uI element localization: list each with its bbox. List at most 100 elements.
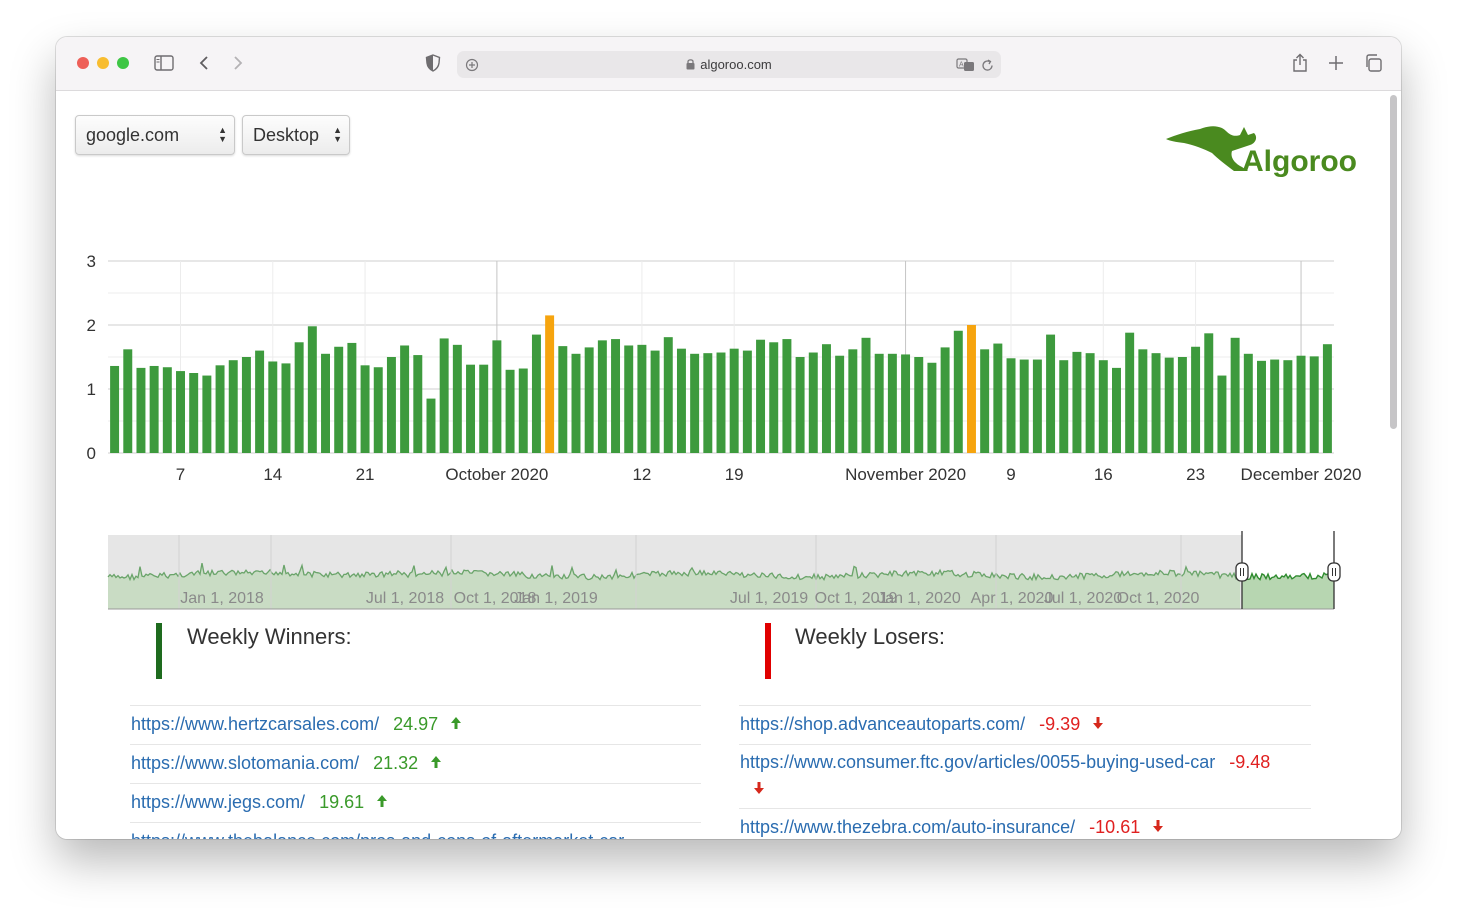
chart-bar[interactable] [637, 344, 647, 453]
chart-bar[interactable] [1112, 367, 1121, 453]
chart-bar[interactable] [426, 398, 436, 453]
chart-bar[interactable] [966, 325, 976, 453]
chart-navigator[interactable]: Jan 1, 2018 Jul 1, 2018 Oct 1, 2018Jan 1, … [56, 531, 1401, 621]
chart-bar[interactable] [848, 349, 858, 453]
chart-bar[interactable] [347, 342, 357, 453]
chart-bar[interactable] [1072, 351, 1082, 453]
site-link[interactable]: https://www.hertzcarsales.com/ [131, 714, 379, 734]
sidebar-icon[interactable] [153, 51, 175, 75]
site-link[interactable]: https://www.thezebra.com/auto-insurance/ [740, 817, 1075, 837]
chart-bar[interactable] [228, 360, 238, 453]
close-button[interactable] [77, 57, 89, 69]
site-link[interactable]: https://www.slotomania.com/ [131, 753, 359, 773]
chart-bar[interactable] [1322, 344, 1332, 453]
navigator-right-handle[interactable] [1327, 562, 1341, 582]
chart-bar[interactable] [558, 346, 568, 453]
chart-bar[interactable] [835, 355, 845, 453]
chart-bar[interactable] [571, 353, 581, 453]
chart-bar[interactable] [1046, 334, 1056, 453]
chart-bar[interactable] [215, 365, 225, 453]
chart-bar[interactable] [479, 364, 489, 453]
tabs-overview-icon[interactable] [1362, 51, 1384, 75]
chart-bar[interactable] [821, 344, 831, 453]
chart-bar[interactable] [769, 342, 779, 453]
chart-bar[interactable] [466, 364, 476, 453]
chart-bar[interactable] [176, 371, 185, 453]
site-link[interactable]: https://www.consumer.ftc.gov/articles/00… [740, 752, 1215, 772]
chart-bar[interactable] [1270, 359, 1280, 453]
chart-bar[interactable] [676, 348, 686, 453]
chart-bar[interactable] [202, 375, 212, 453]
chart-bar[interactable] [439, 338, 449, 453]
chart-bar[interactable] [782, 339, 792, 453]
site-link[interactable]: https://www.thebalance.com/pros-and-cons… [131, 831, 624, 839]
chart-bar[interactable] [795, 357, 805, 453]
chart-bar[interactable] [861, 337, 871, 453]
chart-bar[interactable] [1006, 358, 1016, 453]
chart-bar[interactable] [268, 361, 278, 453]
chart-bar[interactable] [1243, 353, 1253, 453]
device-select[interactable]: Desktop ▲ ▼ [242, 115, 350, 155]
chart-bar[interactable] [953, 330, 963, 453]
chart-bar[interactable] [703, 353, 713, 453]
chart-bar[interactable] [927, 362, 937, 453]
chart-bar[interactable] [531, 334, 541, 453]
chart-bar[interactable] [136, 367, 146, 453]
chart-bar[interactable] [887, 353, 897, 453]
shield-icon[interactable] [424, 51, 442, 75]
reload-icon[interactable] [978, 53, 996, 77]
chart-bar[interactable] [1085, 353, 1095, 453]
new-tab-icon[interactable] [1326, 51, 1346, 75]
chart-bar[interactable] [742, 350, 752, 453]
chart-bar[interactable] [334, 346, 344, 453]
chart-bar[interactable] [452, 344, 462, 453]
chart-bar[interactable] [413, 355, 423, 453]
chart-bar[interactable] [940, 347, 950, 453]
chart-bar[interactable] [373, 367, 383, 453]
chart-bar[interactable] [993, 343, 1003, 453]
site-link[interactable]: https://www.jegs.com/ [131, 792, 305, 812]
chart-bar[interactable] [149, 365, 159, 453]
chart-bar[interactable] [808, 352, 818, 453]
chart-bar[interactable] [123, 349, 133, 453]
chart-bar[interactable] [716, 352, 726, 453]
chart-bar[interactable] [584, 347, 594, 453]
chart-bar[interactable] [1230, 337, 1240, 453]
chart-bar[interactable] [914, 357, 924, 453]
chart-bar[interactable] [611, 339, 621, 453]
chart-bar[interactable] [1204, 333, 1214, 453]
chart-bar[interactable] [307, 326, 317, 453]
translate-icon[interactable]: A [955, 53, 977, 77]
page-scrollbar[interactable] [1390, 95, 1397, 429]
chart-bar[interactable] [294, 342, 304, 453]
chart-bar[interactable] [360, 365, 370, 453]
minimize-button[interactable] [97, 57, 109, 69]
back-icon[interactable] [196, 51, 212, 75]
maximize-button[interactable] [117, 57, 129, 69]
chart-bar[interactable] [1059, 360, 1069, 453]
chart-bar[interactable] [241, 357, 251, 453]
chart-bar[interactable] [1296, 355, 1306, 453]
chart-bar[interactable] [492, 340, 502, 453]
chart-bar[interactable] [1164, 357, 1174, 453]
chart-bar[interactable] [690, 353, 700, 453]
chart-bar[interactable] [1309, 356, 1319, 453]
chart-bar[interactable] [901, 354, 911, 453]
chart-bar[interactable] [1138, 349, 1148, 453]
chart-bar[interactable] [518, 368, 528, 453]
chart-bar[interactable] [980, 349, 990, 453]
chart-bar[interactable] [1032, 359, 1042, 453]
share-icon[interactable] [1290, 51, 1310, 75]
chart-bar[interactable] [281, 363, 291, 453]
chart-bar[interactable] [321, 353, 330, 453]
chart-bar[interactable] [729, 348, 739, 453]
chart-bar[interactable] [162, 367, 172, 453]
chart-bar[interactable] [110, 365, 120, 453]
address-bar[interactable]: algoroo.com A [457, 51, 1001, 78]
algoroo-logo[interactable]: Algoroo [1164, 115, 1364, 185]
chart-bar[interactable] [1098, 360, 1108, 453]
domain-select[interactable]: google.com ▲ ▼ [75, 115, 235, 155]
chart-bar[interactable] [1151, 353, 1161, 453]
chart-bar[interactable] [386, 357, 396, 453]
chart-bar[interactable] [1019, 359, 1029, 453]
